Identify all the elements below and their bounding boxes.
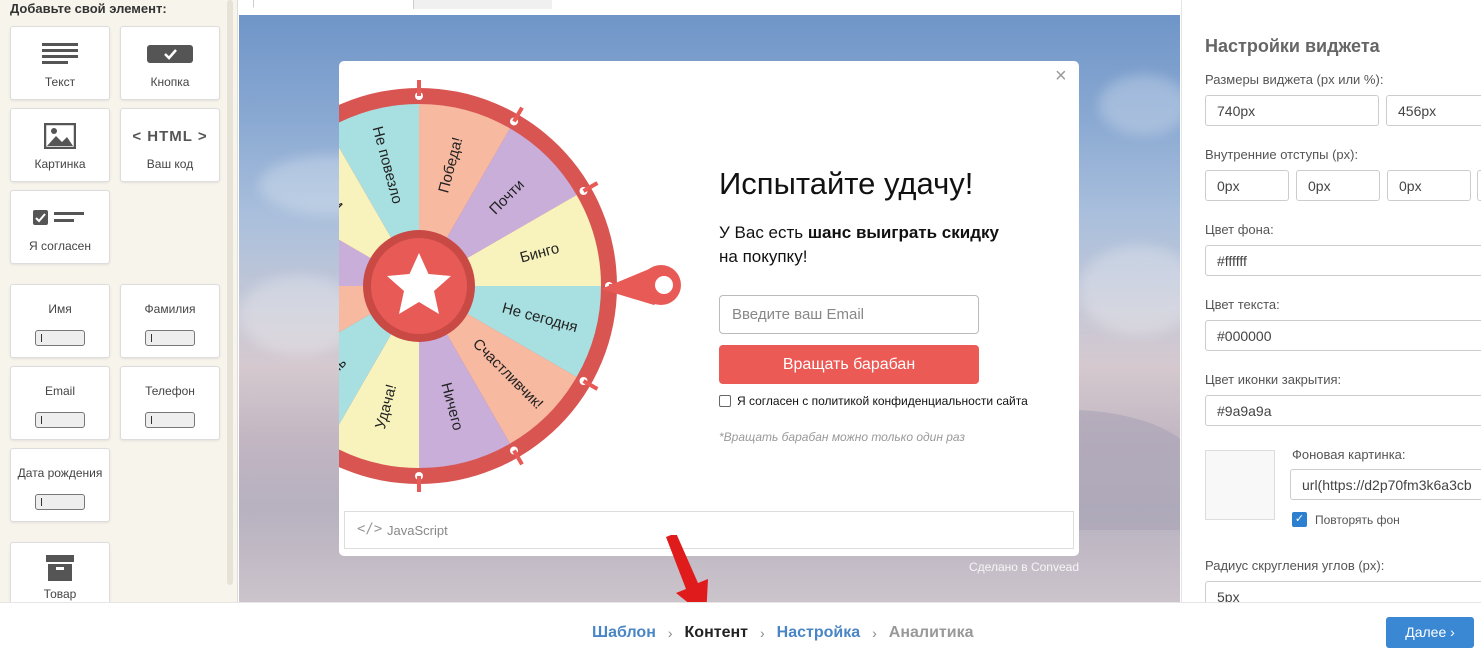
step-template[interactable]: Шаблон — [592, 624, 656, 642]
bg-color-label: Цвет фона: — [1205, 222, 1274, 237]
tile-label: Кнопка — [150, 75, 190, 89]
spin-note: *Вращать барабан можно только один раз — [719, 430, 965, 444]
bg-color-input[interactable]: #ffffff — [1205, 245, 1481, 276]
tile-label: Я согласен — [29, 239, 91, 253]
field-icon — [145, 412, 195, 428]
tile-name[interactable]: Имя — [10, 284, 110, 358]
chevron-right-icon: › — [872, 625, 877, 641]
code-icon: </> — [357, 521, 383, 537]
tile-text[interactable]: Текст — [10, 26, 110, 100]
box-icon — [11, 553, 109, 583]
checkbox-box[interactable] — [719, 395, 731, 407]
field-icon — [145, 330, 195, 346]
tile-label: Ваш код — [146, 157, 194, 171]
checkbox-icon — [11, 203, 109, 233]
tile-label: Фамилия — [144, 302, 196, 316]
field-icon — [35, 494, 85, 510]
tile-label: Картинка — [34, 157, 86, 171]
text-color-input[interactable]: #000000 — [1205, 320, 1481, 351]
spin-button[interactable]: Вращать барабан — [719, 345, 979, 384]
panel-scrollbar[interactable] — [227, 0, 233, 585]
tab-desktop[interactable] — [254, 0, 414, 9]
padding-right-input[interactable]: 0px — [1296, 170, 1380, 201]
widget-text: У Вас есть шанс выиграть скидку на покуп… — [719, 223, 999, 266]
tab-mobile[interactable] — [414, 0, 552, 9]
tile-email[interactable]: Email — [10, 366, 110, 440]
padding-left-input[interactable] — [1477, 170, 1481, 201]
made-by-link[interactable]: Сделано в Convead — [969, 560, 1079, 574]
padding-bottom-input[interactable]: 0px — [1387, 170, 1471, 201]
settings-panel: Настройки виджета Размеры виджета (px ил… — [1181, 0, 1481, 602]
step-settings[interactable]: Настройка — [777, 624, 860, 642]
chevron-right-icon: › — [667, 625, 673, 641]
settings-title: Настройки виджета — [1205, 36, 1380, 56]
tile-label: Дата рождения — [17, 466, 103, 480]
size-label: Размеры виджета (px или %): — [1205, 72, 1384, 87]
text-color-label: Цвет текста: — [1205, 297, 1280, 312]
fortune-wheel: Победа!ПочтиБингоНе сегодняСчастливчик!Н… — [339, 80, 681, 492]
tile-label: Email — [44, 384, 75, 398]
tile-birthdate[interactable]: Дата рождения — [10, 448, 110, 522]
tile-label: Товар — [43, 587, 77, 601]
field-icon — [35, 412, 85, 428]
wizard-steps: Шаблон › Контент › Настройка › Аналитика — [592, 624, 974, 642]
tile-button[interactable]: Кнопка — [120, 26, 220, 100]
field-icon — [35, 330, 85, 346]
image-icon — [11, 121, 109, 151]
panel-title: Добавьте свой элемент: — [10, 1, 167, 16]
height-input[interactable]: 456px — [1386, 95, 1481, 126]
repeat-bg-label: Повторять фон — [1315, 513, 1400, 527]
wizard-footer: Шаблон › Контент › Настройка › Аналитика… — [0, 602, 1481, 654]
tile-agree[interactable]: Я согласен — [10, 190, 110, 264]
bg-image-label: Фоновая картинка: — [1292, 447, 1406, 462]
tile-html[interactable]: < HTML > Ваш код — [120, 108, 220, 182]
button-icon — [121, 39, 219, 69]
bg-image-input[interactable]: url(https://d2p70fm3k6a3cb — [1290, 469, 1481, 500]
consent-label: Я согласен с политикой конфиденциальност… — [737, 394, 1028, 408]
chevron-right-icon: › — [759, 625, 765, 641]
email-input[interactable]: Введите ваш Email — [719, 295, 979, 334]
padding-top-input[interactable]: 0px — [1205, 170, 1289, 201]
tile-product[interactable]: Товар — [10, 542, 110, 602]
preview-tabs — [253, 0, 552, 9]
bg-image-preview[interactable] — [1205, 450, 1275, 520]
tile-label: Телефон — [145, 384, 195, 398]
tile-label: Текст — [44, 75, 76, 89]
close-icon[interactable]: × — [1055, 66, 1067, 86]
html-icon: < HTML > — [132, 127, 208, 145]
tile-image[interactable]: Картинка — [10, 108, 110, 182]
tile-phone[interactable]: Телефон — [120, 366, 220, 440]
padding-label: Внутренние отступы (px): — [1205, 147, 1359, 162]
tile-surname[interactable]: Фамилия — [120, 284, 220, 358]
consent-checkbox[interactable]: Я согласен с политикой конфиденциальност… — [719, 394, 1028, 408]
radius-input[interactable]: 5px — [1205, 581, 1481, 602]
close-color-input[interactable]: #9a9a9a — [1205, 395, 1481, 426]
step-analytics: Аналитика — [888, 624, 974, 641]
tile-label: Имя — [48, 302, 72, 316]
step-content: Контент — [684, 624, 748, 641]
element-panel: Добавьте свой элемент: Текст Кнопка Карт… — [0, 0, 238, 602]
widget-title: Испытайте удачу! — [719, 166, 974, 201]
next-button[interactable]: Далее › — [1386, 617, 1474, 648]
repeat-bg-checkbox[interactable]: ✓ — [1292, 512, 1307, 527]
close-color-label: Цвет иконки закрытия: — [1205, 372, 1342, 387]
text-icon — [11, 39, 109, 69]
radius-label: Радиус скругления углов (px): — [1205, 558, 1385, 573]
width-input[interactable]: 740px — [1205, 95, 1379, 126]
